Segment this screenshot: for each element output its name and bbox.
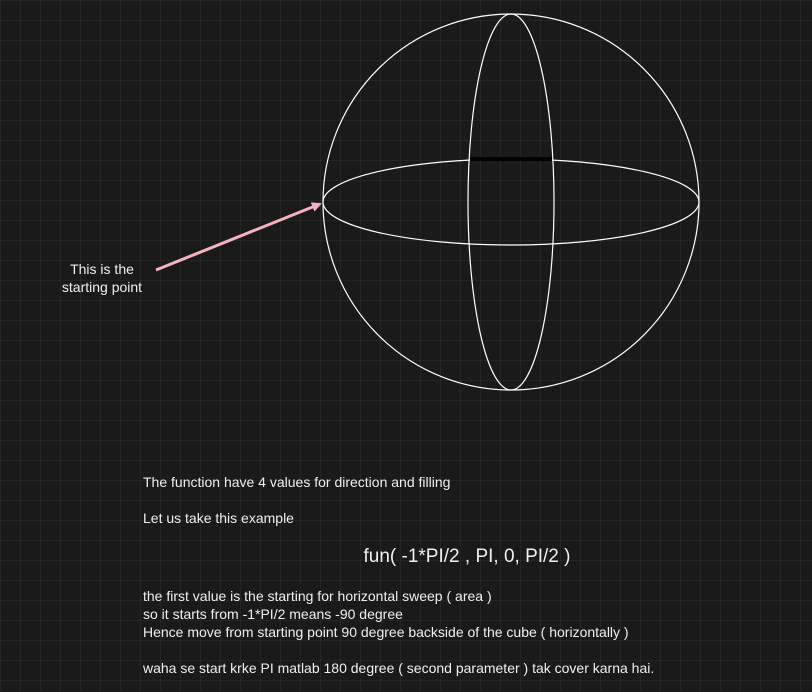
starting-point-label-line-2: starting point	[61, 279, 143, 295]
starting-point-arrow	[155, 202, 322, 272]
function-intro-text: The function have 4 values for direction…	[143, 474, 451, 490]
starting-point-label-line-1: This is the	[70, 261, 134, 277]
explanation-line: Hence move from starting point 90 degree…	[143, 624, 629, 640]
explanation-line: waha se start krke PI matlab 180 degree …	[143, 660, 655, 676]
vertical-meridian-ellipse	[467, 13, 555, 391]
starting-point-label: This is the starting point	[40, 260, 164, 296]
sphere-outline	[322, 13, 700, 391]
explanation-line: the first value is the starting for hori…	[143, 588, 492, 604]
explanation-line: so it starts from -1*PI/2 means -90 degr…	[143, 606, 403, 622]
function-formula: fun( -1*PI/2 , PI, 0, PI/2 )	[363, 546, 571, 567]
example-intro-text: Let us take this example	[143, 510, 294, 526]
horizontal-equator-ellipse	[322, 158, 700, 246]
